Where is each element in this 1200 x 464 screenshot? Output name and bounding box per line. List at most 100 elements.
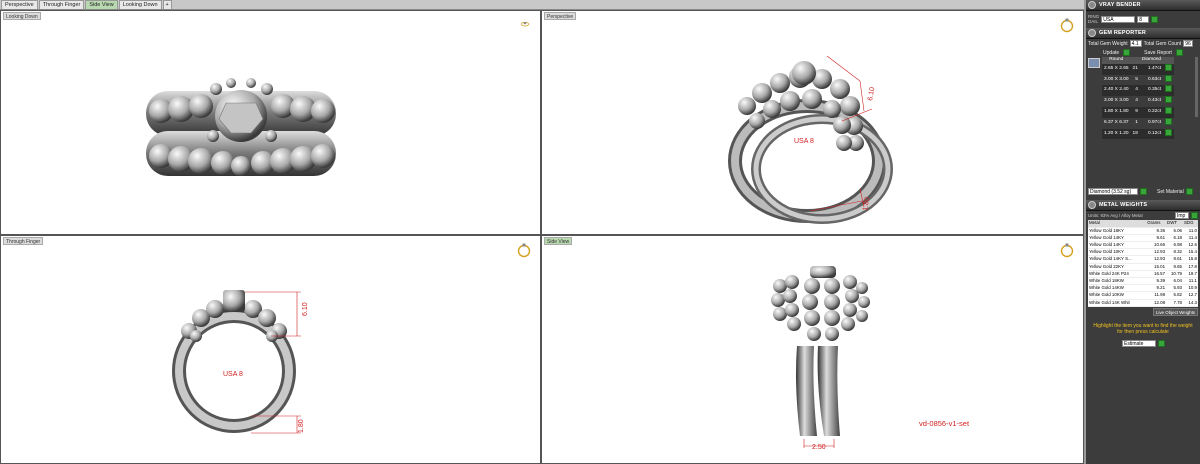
metal-table: Metal Grams DWT SDG Yellow Gold 18KY 9.36…	[1088, 220, 1198, 307]
dail-label: DAIL	[1088, 19, 1099, 24]
gem-reporter-header[interactable]: GEM REPORTER	[1086, 28, 1200, 39]
dimension-width-label: 2.50	[812, 444, 826, 451]
select-gem-button[interactable]	[1165, 63, 1173, 71]
select-gem-button[interactable]	[1165, 96, 1173, 104]
ring-size-label: USA 8	[794, 138, 814, 145]
calculate-button[interactable]	[1158, 339, 1165, 347]
table-row[interactable]: 2.40 X 2.40 4 0.35ct	[1102, 85, 1175, 97]
gem-col-count	[1130, 57, 1140, 64]
select-gem-button[interactable]	[1165, 128, 1173, 136]
calculate-row: Estimate	[1086, 339, 1200, 348]
ring-size-row: RING DAIL USA 8	[1086, 11, 1200, 27]
set-material-label: Set Material	[1157, 188, 1184, 195]
total-weight-value: 4.1	[1129, 40, 1142, 47]
gem-reporter-icon	[1088, 29, 1096, 37]
ray-bender-title: VRAY BENDER	[1099, 2, 1141, 8]
select-gem-button[interactable]	[1165, 74, 1173, 82]
view-tab-bar: Perspective Through Finger Side View Loo…	[0, 0, 1084, 10]
table-row[interactable]: Yellow Gold 18KY 9.36 6.06 11.0	[1088, 227, 1198, 235]
gem-reporter-title: GEM REPORTER	[1099, 30, 1147, 36]
save-report-label: Save Report	[1144, 49, 1172, 56]
save-report-button[interactable]	[1175, 49, 1183, 56]
ring-model-through-finger[interactable]: 6.10 1.80 USA 8	[1, 236, 541, 464]
units-label: Units: 93% Avg / Alloy Metal	[1088, 213, 1143, 219]
ring-model-side[interactable]: 2.50 vd-0856-v1-set	[542, 236, 1084, 464]
viewport-looking-down[interactable]: Looking Down	[0, 10, 541, 235]
table-row[interactable]: 2.65 X 2.65 21 1.47ct	[1102, 63, 1175, 75]
table-row[interactable]: White Gold 14KW 9.21 5.93 10.9	[1088, 284, 1198, 293]
ray-bender-icon	[1088, 1, 1096, 9]
select-gem-button[interactable]	[1165, 106, 1173, 114]
gem-col-material: Diamond	[1139, 57, 1164, 64]
metal-col-grams: Grams	[1146, 220, 1167, 228]
gem-actions-row: Update Save Report	[1086, 48, 1200, 57]
metal-col-sdg: SDG	[1182, 220, 1198, 228]
metal-weights-header[interactable]: METAL WEIGHTS	[1086, 200, 1200, 212]
table-row[interactable]: 6.37 X 6.37 1 0.97ct	[1102, 117, 1174, 129]
units-select[interactable]: Imp	[1175, 212, 1189, 220]
total-count-value: 96	[1183, 40, 1194, 47]
metal-weights-icon	[1088, 201, 1096, 210]
table-row[interactable]: Yellow Gold 14KY 10.66 6.98 12.6	[1088, 241, 1198, 250]
material-select[interactable]: Diamond (3.52 sg)	[1088, 188, 1138, 196]
gem-shape-icon	[1088, 58, 1100, 68]
ray-bender-header[interactable]: VRAY BENDER	[1086, 0, 1200, 11]
ring-size-select[interactable]: 8	[1137, 15, 1150, 23]
region-select[interactable]: USA	[1101, 15, 1136, 23]
live-object-weights-button[interactable]: Live Object Weights	[1153, 307, 1198, 316]
update-label: Update	[1103, 49, 1120, 56]
apply-size-button[interactable]	[1151, 15, 1159, 23]
gem-totals-row: Total Gem Weight 4.1 Total Gem Count 96	[1086, 39, 1200, 48]
table-row[interactable]: White Gold 24K P24 16.57 10.79 19.7	[1088, 270, 1198, 279]
metal-weights-title: METAL WEIGHTS	[1099, 202, 1148, 209]
tab-looking-down[interactable]: Looking Down	[118, 0, 162, 9]
table-row[interactable]: Yellow Gold 14KY S... 12.93 8.61 15.8	[1088, 255, 1198, 264]
object-weight-row: Live Object Weights	[1086, 307, 1200, 317]
table-row[interactable]: White Gold 18KW 9.39 6.04 11.1	[1088, 277, 1198, 286]
tab-side-view[interactable]: Side View	[85, 0, 118, 9]
set-material-button[interactable]	[1185, 188, 1193, 196]
dimension-height-label: 6.10	[867, 87, 876, 102]
right-panel: VRAY BENDER RING DAIL USA 8 GEM REPORTER…	[1086, 0, 1200, 464]
dimension-height-label: 6.10	[302, 302, 309, 316]
table-row[interactable]: 3.00 X 3.00 5 0.63ct	[1102, 74, 1174, 86]
select-gem-button[interactable]	[1165, 117, 1173, 125]
ring-dail-labels: RING DAIL	[1088, 14, 1099, 24]
tab-perspective[interactable]: Perspective	[1, 0, 38, 9]
total-count-label: Total Gem Count	[1143, 40, 1182, 47]
table-row[interactable]: 1.80 X 1.80 9 0.22ct	[1102, 106, 1175, 118]
viewport-perspective[interactable]: Perspective 6.10 1.80 USA 8	[541, 10, 1084, 235]
metal-col-dwt: DWT	[1166, 220, 1183, 228]
ring-model-perspective[interactable]: 6.10 1.80 USA 8	[542, 11, 1084, 235]
table-row[interactable]: 1.20 X 1.20 18 0.12ct	[1102, 128, 1175, 140]
model-name-label: vd-0856-v1-set	[919, 419, 970, 428]
add-tab-button[interactable]: +	[162, 0, 172, 9]
metal-col-metal: Metal	[1088, 220, 1147, 228]
tab-through-finger[interactable]: Through Finger	[38, 0, 85, 9]
gem-col-shape: Round	[1102, 57, 1131, 64]
material-row: Diamond (3.52 sg) Set Material	[1086, 187, 1200, 196]
metal-table-wrap: Metal Grams DWT SDG Yellow Gold 18KY 9.36…	[1086, 220, 1200, 307]
table-row[interactable]: White Gold 10KW 11.98 5.82 12.7	[1088, 291, 1198, 300]
ring-model-top[interactable]	[1, 11, 541, 235]
update-button[interactable]	[1123, 49, 1131, 56]
calculate-hint: Highlight the item you want to find the …	[1093, 322, 1193, 336]
gem-scrollbar[interactable]	[1195, 57, 1198, 117]
table-row[interactable]: 3.00 X 3.00 4 0.43ct	[1102, 96, 1174, 107]
ring-size-label: USA 8	[223, 371, 243, 378]
material-dropdown-button[interactable]	[1140, 188, 1147, 196]
gem-list-empty-area	[1086, 139, 1200, 187]
calculate-select[interactable]: Estimate	[1122, 339, 1156, 347]
table-row[interactable]: Yellow Gold 10KY 12.93 8.32 15.4	[1088, 248, 1198, 257]
units-apply-button[interactable]	[1191, 212, 1198, 220]
viewport-side-view[interactable]: Side View 2.50 vd-0856-v1-set	[541, 235, 1084, 464]
viewport-through-finger[interactable]: Through Finger 6.10 1.80 USA 8	[0, 235, 541, 464]
units-row: Units: 93% Avg / Alloy Metal Imp	[1086, 211, 1200, 220]
select-gem-button[interactable]	[1165, 85, 1173, 93]
table-row[interactable]: White Gold 14K Whit 12.08 7.78 14.3	[1088, 299, 1198, 307]
table-row[interactable]: Yellow Gold 22KY 15.01 9.65 17.8	[1088, 263, 1198, 271]
dimension-width-label: 1.80	[298, 419, 305, 433]
total-weight-label: Total Gem Weight	[1088, 40, 1128, 47]
table-row[interactable]: Yellow Gold 14KY 9.61 6.18 11.4	[1088, 234, 1198, 242]
gem-table: Round Diamond 2.65 X 2.65 21 1.47ct 3.00 X…	[1102, 57, 1175, 140]
